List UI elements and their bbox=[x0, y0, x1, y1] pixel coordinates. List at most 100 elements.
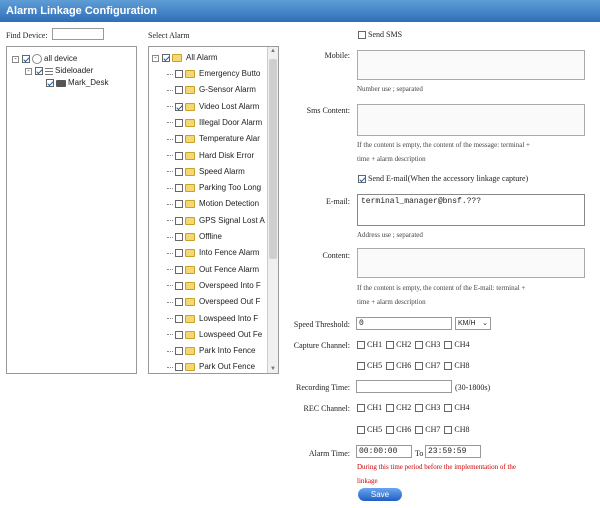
send-sms-option[interactable]: Send SMS bbox=[358, 29, 402, 41]
rec-channel-option[interactable]: CH6 bbox=[386, 425, 411, 434]
alarm-checkbox[interactable] bbox=[175, 86, 183, 95]
rec-channel-option[interactable]: CH8 bbox=[444, 425, 470, 434]
sms-content-field[interactable] bbox=[357, 104, 585, 136]
email-field[interactable]: terminal_manager@bnsf.??? bbox=[357, 194, 585, 226]
alarm-item[interactable]: Parking Too Long bbox=[167, 182, 261, 194]
alarm-item[interactable]: Illegal Door Alarm bbox=[167, 117, 262, 129]
alarm-checkbox[interactable] bbox=[175, 298, 183, 307]
alarm-checkbox[interactable] bbox=[175, 216, 183, 225]
save-button[interactable]: Save bbox=[358, 488, 402, 501]
tree-node-sideloader[interactable]: - Sideloader bbox=[25, 65, 93, 77]
alarm-item[interactable]: Into Fence Alarm bbox=[167, 247, 259, 259]
all-device-checkbox[interactable] bbox=[22, 55, 30, 63]
tree-node-mark-desk[interactable]: Mark_Desk bbox=[46, 77, 108, 89]
all-alarm-checkbox[interactable] bbox=[162, 54, 170, 62]
rec-channel-option[interactable]: CH3 bbox=[415, 403, 440, 412]
alarm-scrollbar[interactable]: ▲ ▼ bbox=[267, 47, 278, 373]
capture-channel-checkbox[interactable] bbox=[444, 340, 453, 349]
alarm-time-to-input[interactable]: 23:59:59 bbox=[425, 445, 481, 458]
capture-channel-option[interactable]: CH7 bbox=[415, 361, 440, 370]
alarm-checkbox[interactable] bbox=[175, 314, 183, 323]
rec-channel-option[interactable]: CH5 bbox=[357, 425, 382, 434]
send-sms-checkbox[interactable] bbox=[358, 31, 366, 39]
capture-channel-checkbox[interactable] bbox=[415, 361, 424, 370]
alarm-item[interactable]: Park Out Fence bbox=[167, 361, 255, 373]
scroll-up-icon[interactable]: ▲ bbox=[268, 48, 278, 54]
alarm-checkbox[interactable] bbox=[175, 249, 183, 258]
speed-unit-select[interactable]: KM/H ⌄ bbox=[455, 317, 491, 330]
alarm-time-from-input[interactable]: 00:00:00 bbox=[356, 445, 412, 458]
tree-node-all-device[interactable]: - all device bbox=[12, 53, 77, 65]
collapse-icon[interactable]: - bbox=[12, 55, 19, 63]
alarm-checkbox[interactable] bbox=[175, 200, 183, 209]
alarm-item[interactable]: Overspeed Out F bbox=[167, 296, 260, 308]
alarm-item[interactable]: Emergency Butto bbox=[167, 68, 260, 80]
rec-channel-option[interactable]: CH2 bbox=[386, 403, 411, 412]
alarm-checkbox[interactable] bbox=[175, 330, 183, 339]
collapse-icon[interactable]: - bbox=[152, 54, 159, 62]
alarm-item[interactable]: Hard Disk Error bbox=[167, 150, 254, 162]
rec-channel-checkbox[interactable] bbox=[357, 403, 365, 412]
alarm-item[interactable]: Park Into Fence bbox=[167, 345, 255, 357]
capture-channel-checkbox[interactable] bbox=[357, 340, 365, 349]
alarm-checkbox[interactable] bbox=[175, 347, 183, 356]
capture-channel-option[interactable]: CH1 bbox=[357, 340, 382, 349]
rec-channel-option[interactable]: CH4 bbox=[444, 403, 470, 412]
alarm-checkbox[interactable] bbox=[175, 118, 183, 127]
alarm-checkbox[interactable] bbox=[175, 363, 183, 372]
capture-channel-option[interactable]: CH3 bbox=[415, 340, 440, 349]
rec-channel-checkbox[interactable] bbox=[357, 425, 365, 434]
rec-channel-checkbox[interactable] bbox=[444, 425, 453, 434]
alarm-checkbox[interactable] bbox=[175, 184, 183, 193]
capture-channel-option[interactable]: CH2 bbox=[386, 340, 411, 349]
capture-channel-checkbox[interactable] bbox=[444, 361, 453, 370]
alarm-item[interactable]: Temperature Alar bbox=[167, 133, 260, 145]
email-content-field[interactable] bbox=[357, 248, 585, 278]
capture-channel-option[interactable]: CH8 bbox=[444, 361, 470, 370]
alarm-checkbox[interactable] bbox=[175, 281, 183, 290]
scrollbar-thumb[interactable] bbox=[269, 59, 277, 259]
rec-channel-checkbox[interactable] bbox=[386, 403, 395, 412]
capture-channel-option[interactable]: CH4 bbox=[444, 340, 470, 349]
rec-channel-checkbox[interactable] bbox=[444, 403, 453, 412]
alarm-checkbox[interactable] bbox=[175, 102, 183, 111]
rec-channel-option[interactable]: CH1 bbox=[357, 403, 382, 412]
tree-node-all-alarm[interactable]: - All Alarm bbox=[152, 52, 218, 64]
alarm-item[interactable]: Out Fence Alarm bbox=[167, 264, 259, 276]
sideloader-checkbox[interactable] bbox=[35, 67, 43, 75]
alarm-item[interactable]: G-Sensor Alarm bbox=[167, 84, 256, 96]
alarm-checkbox[interactable] bbox=[175, 167, 183, 176]
rec-channel-checkbox[interactable] bbox=[415, 403, 424, 412]
mobile-field[interactable] bbox=[357, 50, 585, 80]
alarm-checkbox[interactable] bbox=[175, 265, 183, 274]
alarm-item[interactable]: Overspeed Into F bbox=[167, 280, 261, 292]
alarm-checkbox[interactable] bbox=[175, 70, 183, 78]
capture-channel-checkbox[interactable] bbox=[386, 361, 395, 370]
find-device-input[interactable] bbox=[52, 28, 104, 40]
rec-channel-option[interactable]: CH7 bbox=[415, 425, 440, 434]
recording-time-input[interactable] bbox=[356, 380, 452, 393]
alarm-item[interactable]: Motion Detection bbox=[167, 198, 259, 210]
capture-channel-checkbox[interactable] bbox=[415, 340, 424, 349]
mark-desk-checkbox[interactable] bbox=[46, 79, 54, 87]
scroll-down-icon[interactable]: ▼ bbox=[268, 366, 278, 372]
send-email-option[interactable]: Send E-mail(When the accessory linkage c… bbox=[358, 173, 528, 185]
alarm-item[interactable]: Offline bbox=[167, 231, 222, 243]
alarm-item[interactable]: Lowspeed Out Fe bbox=[167, 329, 262, 341]
alarm-item[interactable]: Lowspeed Into F bbox=[167, 313, 258, 325]
speed-threshold-input[interactable]: 0 bbox=[356, 317, 452, 330]
capture-channel-option[interactable]: CH6 bbox=[386, 361, 411, 370]
alarm-checkbox[interactable] bbox=[175, 135, 183, 144]
alarm-item[interactable]: Speed Alarm bbox=[167, 166, 245, 178]
alarm-checkbox[interactable] bbox=[175, 233, 183, 241]
rec-channel-checkbox[interactable] bbox=[386, 425, 395, 434]
collapse-icon[interactable]: - bbox=[25, 67, 32, 75]
capture-channel-option[interactable]: CH5 bbox=[357, 361, 382, 370]
capture-channel-checkbox[interactable] bbox=[357, 361, 365, 370]
send-email-checkbox[interactable] bbox=[358, 175, 366, 183]
capture-channel-checkbox[interactable] bbox=[386, 340, 395, 349]
alarm-item[interactable]: Video Lost Alarm bbox=[167, 101, 259, 113]
alarm-item[interactable]: GPS Signal Lost A bbox=[167, 215, 265, 227]
rec-channel-checkbox[interactable] bbox=[415, 425, 424, 434]
alarm-checkbox[interactable] bbox=[175, 151, 183, 160]
